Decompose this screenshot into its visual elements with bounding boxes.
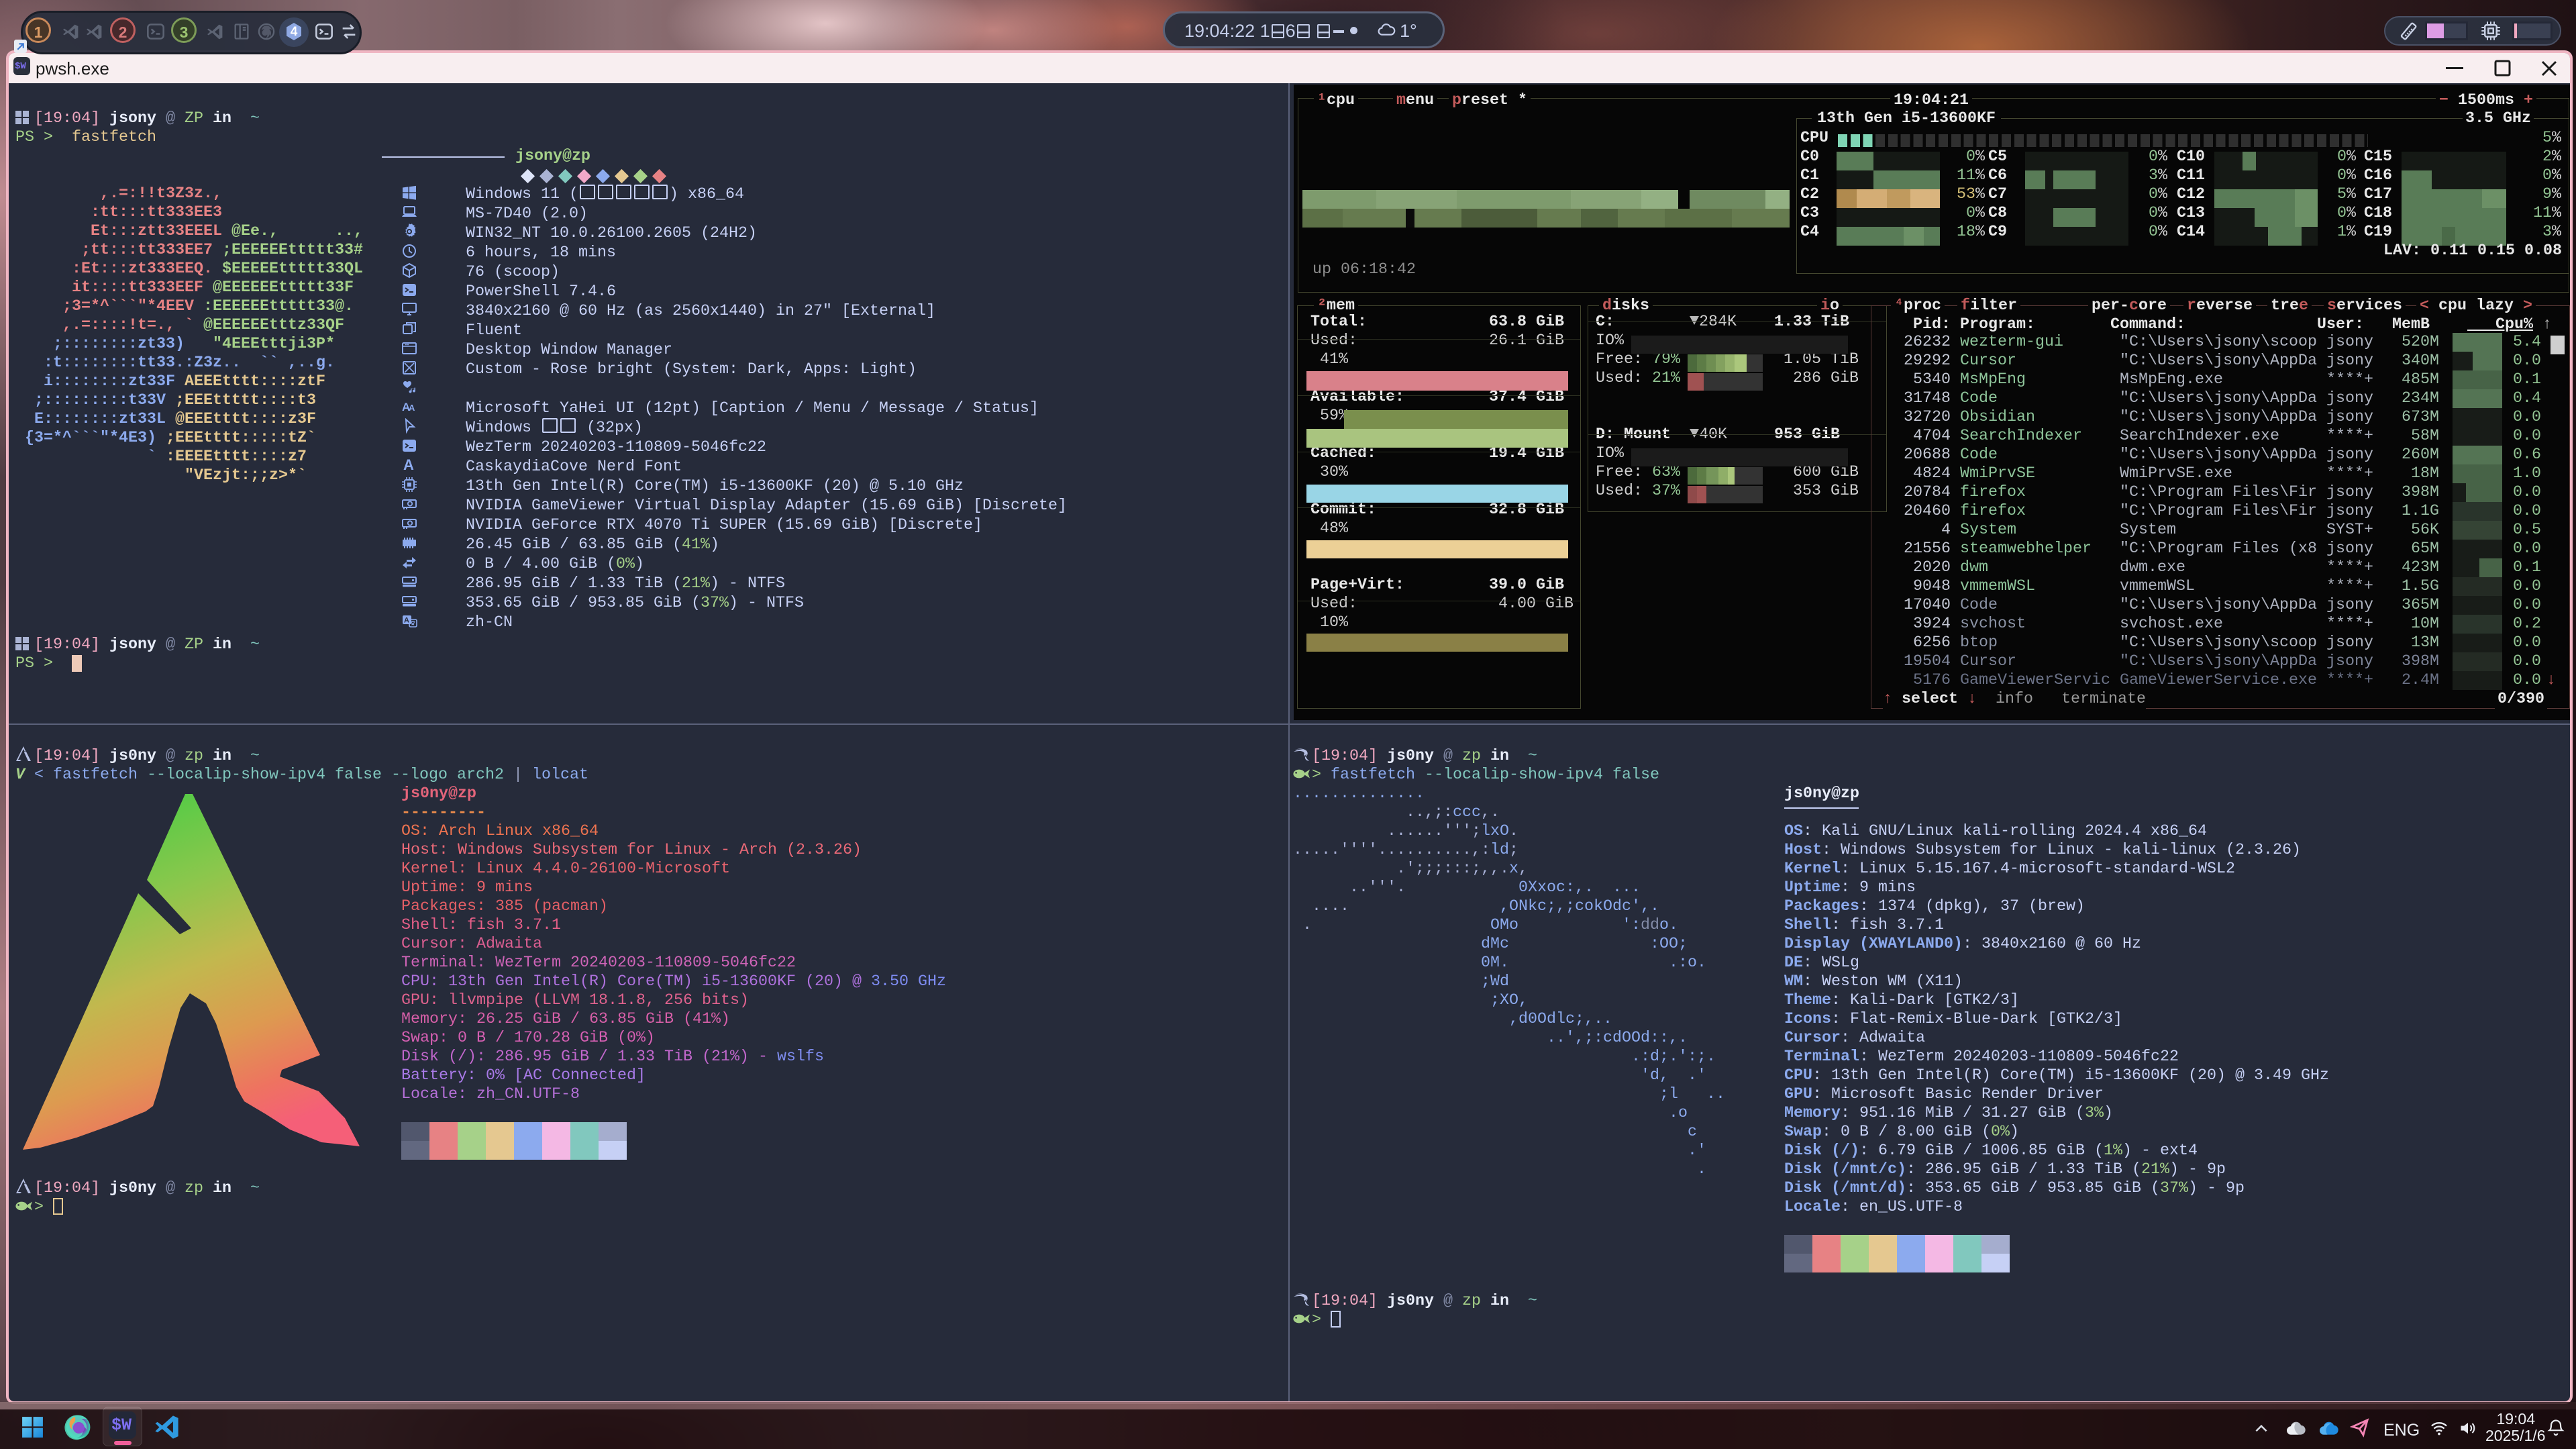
- svg-text:A: A: [403, 457, 414, 473]
- svg-text:A: A: [404, 617, 409, 625]
- svg-text:A: A: [409, 403, 415, 413]
